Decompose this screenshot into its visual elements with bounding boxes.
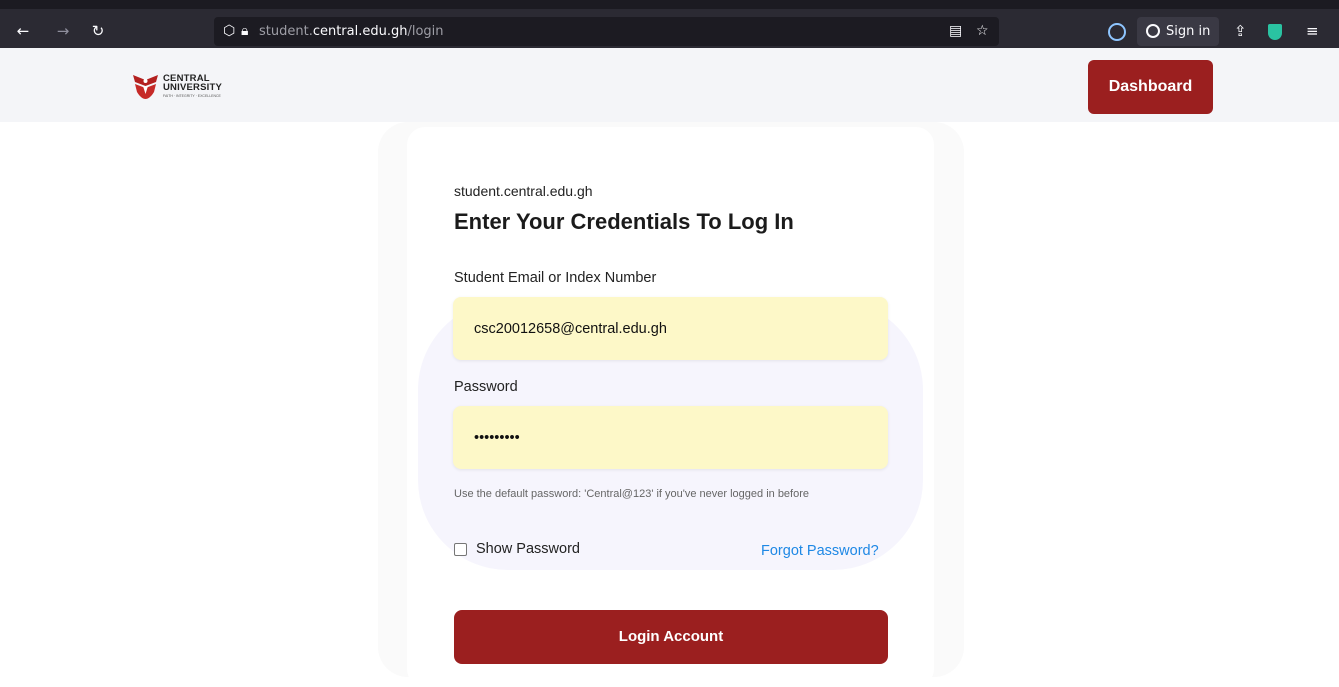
extension-ring-icon[interactable] <box>1108 23 1126 41</box>
reader-view-icon[interactable]: ▤ <box>949 21 962 41</box>
signin-label: Sign in <box>1166 24 1211 39</box>
email-label: Student Email or Index Number <box>454 270 657 286</box>
logo-text-line2: UNIVERSITY <box>163 82 223 93</box>
password-hint: Use the default password: 'Central@123' … <box>454 488 810 500</box>
shield-extension-icon[interactable] <box>1268 24 1282 40</box>
university-logo[interactable]: CENTRAL UNIVERSITY FAITH · INTEGRITY · E… <box>132 70 232 104</box>
address-bar[interactable]: ⬡ 🔒︎ student.central.edu.gh/login ▤ ☆ <box>214 17 999 46</box>
url-host: central.edu.gh <box>312 24 408 39</box>
login-title: Enter Your Credentials To Log In <box>454 209 794 234</box>
hamburger-icon[interactable]: ≡ <box>1306 21 1319 41</box>
email-field[interactable] <box>453 297 888 360</box>
logo-tagline: FAITH · INTEGRITY · EXCELLENCE <box>163 94 221 98</box>
show-password-checkbox[interactable] <box>454 543 467 556</box>
tracking-shield-icon[interactable]: ⬡ <box>223 21 235 41</box>
site-name: student.central.edu.gh <box>454 183 593 199</box>
reload-icon[interactable]: ↻ <box>87 20 109 42</box>
crest-icon <box>133 75 158 99</box>
password-field[interactable] <box>453 406 888 469</box>
signin-button[interactable]: Sign in <box>1137 17 1219 46</box>
login-button[interactable]: Login Account <box>454 610 888 664</box>
browser-toolbar: ← → ↻ ⬡ 🔒︎ student.central.edu.gh/login … <box>0 0 1339 48</box>
dashboard-button[interactable]: Dashboard <box>1088 60 1213 114</box>
url-text: student.central.edu.gh/login <box>259 22 444 41</box>
arrow-right-icon[interactable]: → <box>52 20 74 42</box>
bookmark-star-icon[interactable]: ☆ <box>976 21 989 41</box>
arrow-left-icon[interactable]: ← <box>12 20 34 42</box>
lock-icon[interactable]: 🔒︎ <box>241 21 248 41</box>
share-icon[interactable]: ⇪ <box>1234 21 1247 41</box>
url-prefix: student. <box>259 24 313 39</box>
show-password-label[interactable]: Show Password <box>476 539 580 559</box>
password-label: Password <box>454 379 518 395</box>
account-icon <box>1146 24 1160 38</box>
tab-strip <box>0 0 1339 9</box>
url-path: /login <box>407 24 444 39</box>
forgot-password-link[interactable]: Forgot Password? <box>761 541 879 561</box>
